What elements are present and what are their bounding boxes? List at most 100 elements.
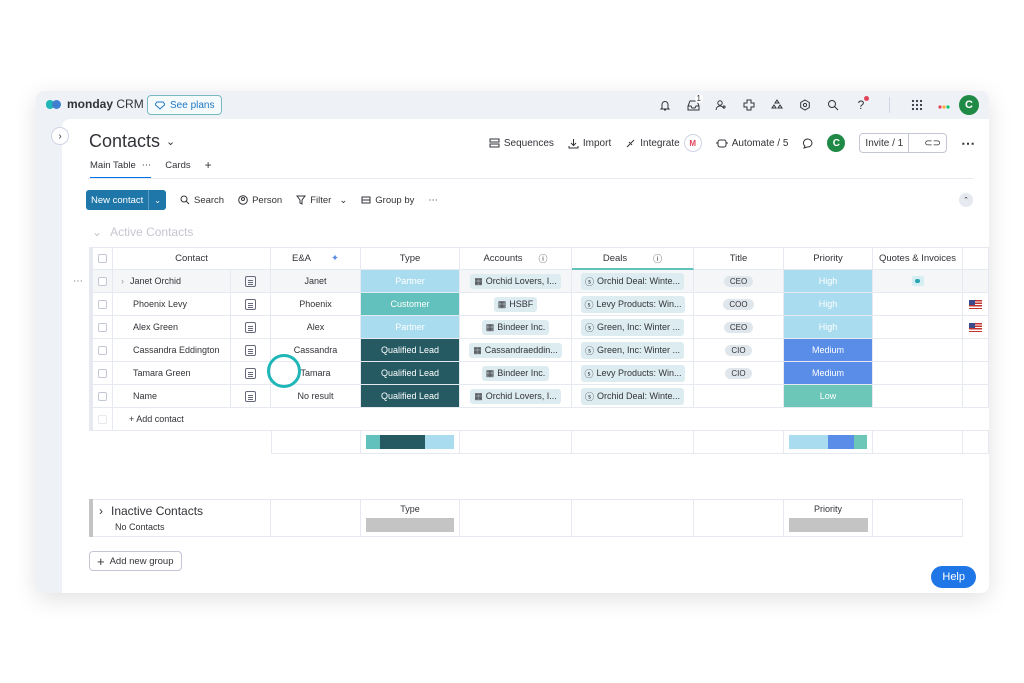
user-avatar[interactable]: C (959, 95, 979, 115)
doc-cell[interactable] (231, 339, 271, 362)
table-row[interactable]: Alex Green Alex Partner ▦ Bindeer Inc. ⓢ Green… (89, 316, 989, 339)
type-status-cell[interactable]: Qualified Lead (361, 385, 460, 408)
search-button[interactable]: Search (180, 195, 224, 206)
deal-chip[interactable]: ⓢ Levy Products: Win... (580, 295, 685, 313)
document-icon[interactable] (245, 390, 256, 402)
add-new-group-button[interactable]: + Add new group (89, 551, 182, 571)
account-chip[interactable]: ▦ Bindeer Inc. (481, 365, 550, 381)
settings-icon[interactable] (791, 94, 819, 116)
row-checkbox[interactable] (98, 322, 107, 332)
deals-cell[interactable]: ⓢ Orchid Deal: Winte... (572, 270, 694, 293)
table-row[interactable]: Cassandra Eddington Cassandra Qualified Le… (89, 339, 989, 362)
extra-cell[interactable] (963, 293, 989, 316)
chevron-down-icon[interactable]: ⌄ (148, 190, 166, 210)
collapse-toolbar-icon[interactable]: ⌃ (959, 193, 973, 207)
deal-chip[interactable]: ⓢ Green, Inc: Winter ... (580, 341, 685, 359)
row-select-cell[interactable] (93, 385, 113, 408)
priority-status-cell[interactable]: Low (784, 385, 873, 408)
quotes-cell[interactable] (873, 316, 963, 339)
filter-button[interactable]: Filter ⌄ (296, 195, 347, 206)
type-status-cell[interactable]: Qualified Lead (361, 339, 460, 362)
document-icon[interactable] (245, 321, 256, 333)
header-deals[interactable]: Deals ⓘ (572, 247, 694, 270)
ea-cell[interactable]: Alex (271, 316, 361, 339)
header-accounts[interactable]: Accounts ⓘ (460, 247, 572, 270)
quote-file-icon[interactable] (911, 276, 924, 286)
new-contact-button[interactable]: New contact ⌄ (86, 190, 166, 210)
header-type[interactable]: Type (361, 247, 460, 270)
priority-status-cell[interactable]: High (784, 293, 873, 316)
extra-cell[interactable] (963, 339, 989, 362)
info-icon[interactable]: ⓘ (653, 252, 662, 265)
header-select-cell[interactable] (93, 247, 113, 270)
account-chip[interactable]: ▦ Bindeer Inc. (481, 319, 550, 335)
bell-icon[interactable] (651, 94, 679, 116)
accounts-cell[interactable]: ▦ Orchid Lovers, I... (460, 270, 572, 293)
ea-cell[interactable]: Phoenix (271, 293, 361, 316)
group-by-button[interactable]: Group by (361, 195, 414, 206)
contact-cell[interactable]: Name (113, 385, 231, 408)
row-select-cell[interactable] (93, 339, 113, 362)
header-priority[interactable]: Priority (784, 247, 873, 270)
doc-cell[interactable] (231, 293, 271, 316)
contact-cell[interactable]: Cassandra Eddington (113, 339, 231, 362)
deal-chip[interactable]: ⓢ Green, Inc: Winter ... (580, 318, 685, 336)
chevron-right-icon[interactable]: › (121, 276, 124, 286)
type-status-cell[interactable]: Partner (361, 316, 460, 339)
more-options-icon[interactable]: ⋯ (428, 195, 438, 206)
extra-cell[interactable] (963, 270, 989, 293)
header-title[interactable]: Title (694, 247, 784, 270)
title-cell[interactable]: COO (694, 293, 784, 316)
accounts-cell[interactable]: ▦ Orchid Lovers, I... (460, 385, 572, 408)
inbox-icon[interactable]: 1 (679, 94, 707, 116)
add-contact-cell[interactable]: + Add contact (113, 408, 989, 431)
sequences-button[interactable]: Sequences (489, 138, 554, 149)
contact-cell[interactable]: Phoenix Levy (113, 293, 231, 316)
header-quotes[interactable]: Quotes & Invoices (873, 247, 963, 270)
chevron-down-icon[interactable]: ⌄ (339, 195, 347, 206)
doc-cell[interactable] (231, 385, 271, 408)
row-checkbox[interactable] (98, 391, 107, 401)
contact-cell[interactable]: Alex Green (113, 316, 231, 339)
inactive-title-cell[interactable]: › Inactive Contacts No Contacts (93, 499, 271, 537)
invite-button[interactable]: Invite / 1 ⊂⊃ (859, 133, 947, 153)
page-title[interactable]: Contacts ⌄ (89, 131, 175, 152)
priority-status-cell[interactable]: High (784, 270, 873, 293)
row-menu-icon[interactable]: ⋯ (73, 276, 83, 287)
ea-cell[interactable]: No result (271, 385, 361, 408)
document-icon[interactable] (245, 367, 256, 379)
quotes-cell[interactable] (873, 362, 963, 385)
priority-status-cell[interactable]: High (784, 316, 873, 339)
accounts-cell[interactable]: ▦ Bindeer Inc. (460, 316, 572, 339)
invite-icon[interactable] (707, 94, 735, 116)
row-checkbox[interactable] (98, 368, 107, 378)
quotes-cell[interactable] (873, 339, 963, 362)
row-checkbox[interactable] (98, 276, 107, 286)
title-cell[interactable] (694, 385, 784, 408)
type-status-cell[interactable]: Customer (361, 293, 460, 316)
title-cell[interactable]: CEO (694, 270, 784, 293)
expand-sidebar-icon[interactable]: › (51, 127, 69, 145)
title-cell[interactable]: CIO (694, 339, 784, 362)
add-view-button[interactable]: + (205, 158, 212, 179)
account-chip[interactable]: ▦ Orchid Lovers, I... (470, 388, 561, 404)
deals-cell[interactable]: ⓢ Green, Inc: Winter ... (572, 316, 694, 339)
chevron-down-icon[interactable]: ⌄ (92, 225, 102, 239)
updates-button[interactable] (802, 137, 813, 149)
type-summary-bar[interactable] (365, 435, 455, 449)
row-select-cell[interactable] (93, 362, 113, 385)
link-icon[interactable]: ⊂⊃ (919, 138, 946, 149)
priority-summary-bar[interactable] (788, 435, 868, 449)
account-chip[interactable]: ▦ Orchid Lovers, I... (470, 273, 561, 289)
integrate-button[interactable]: Integrate M (625, 134, 702, 152)
tab-menu-icon[interactable]: ⋯ (142, 160, 152, 171)
priority-status-cell[interactable]: Medium (784, 339, 873, 362)
deal-chip[interactable]: ⓢ Orchid Deal: Winte... (580, 272, 685, 290)
more-icon[interactable]: ⋯ (961, 135, 975, 152)
table-row[interactable]: › Janet Orchid Janet Partner ▦ Orchid Lovers,… (89, 270, 989, 293)
quotes-cell[interactable] (873, 293, 963, 316)
help-button[interactable]: Help (931, 566, 976, 588)
search-icon[interactable] (819, 94, 847, 116)
ai-sparkle-icon[interactable]: ✦ (331, 253, 339, 264)
contact-cell[interactable]: Tamara Green (113, 362, 231, 385)
